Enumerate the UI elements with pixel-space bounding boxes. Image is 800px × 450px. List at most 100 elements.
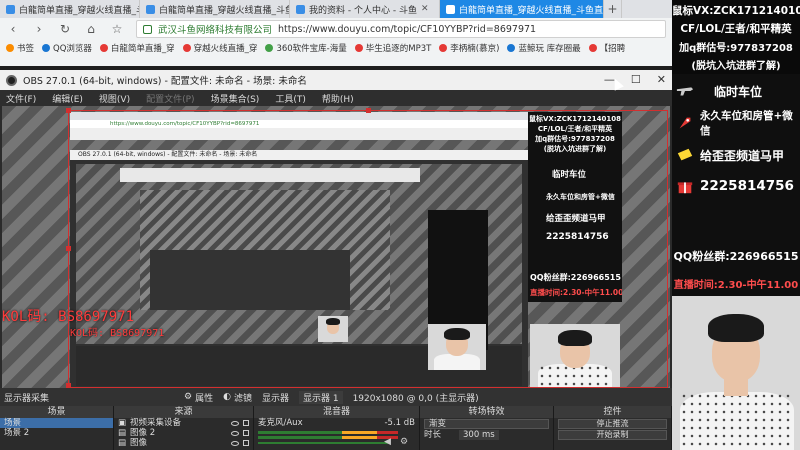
filters-button[interactable]: ◐ 滤镜 [223, 391, 252, 404]
speaker-icon[interactable]: ◀ [384, 437, 391, 447]
volume-slider[interactable] [258, 442, 388, 444]
browser-tab[interactable]: 白龍简单直播_穿越火线直播_斗鱼直✕ [140, 0, 290, 18]
display-select[interactable]: 显示器 1 [298, 390, 343, 404]
bookmark-item[interactable]: 书签 [6, 42, 34, 54]
overlay-line-1: 鼠标VX:ZCK1712140108 [672, 5, 800, 17]
browser-tab[interactable]: 我的资料 - 个人中心 - 斗鱼 ✕ [290, 0, 440, 18]
source-item[interactable]: ▣ 视频采集设备 [114, 418, 253, 428]
filter-icon: ◐ [223, 392, 231, 402]
image-icon: ▤ [118, 438, 127, 448]
image-icon: ▤ [118, 428, 127, 438]
douyu-icon [296, 4, 305, 14]
transition-select[interactable]: 渐变 [424, 419, 549, 429]
scene-item[interactable]: 场景 [0, 418, 113, 428]
bookmark-icon [439, 44, 448, 52]
controls-title: 控件 [554, 406, 671, 418]
obs-title-bar: OBS 27.0.1 (64-bit, windows) - 配置文件: 未命名… [0, 70, 672, 90]
star-icon[interactable]: ☆ [110, 22, 124, 36]
refresh-icon[interactable]: ↻ [58, 22, 72, 36]
mixer-dock: 混音器 麦克风/Aux -5.1 dB ◀ ⚙ [254, 406, 420, 450]
bookmark-item[interactable]: 【招聘 [588, 42, 625, 54]
obs-docks: 显示器采集 ⚙ 属性 ◐ 滤镜 显示器 显示器 1 1920x1080 @ 0,0 … [0, 388, 672, 450]
gift-icon [677, 182, 693, 194]
selection-border[interactable] [68, 110, 668, 388]
bookmark-icon [354, 44, 363, 52]
bookmark-item[interactable]: 蓝鲸玩 库存圈最 [507, 42, 581, 54]
bookmark-item[interactable]: 360软件宝库-海量 [265, 42, 347, 54]
bookmark-item[interactable]: QQ浏览器 [42, 42, 92, 54]
douyu-icon [146, 4, 155, 14]
bookmark-icon [99, 44, 108, 52]
bookmark-item[interactable]: 白龍简单直播_穿 [99, 42, 175, 54]
menu-profile[interactable]: 配置文件(P) [146, 92, 194, 105]
douyu-icon [446, 4, 455, 14]
resize-handle[interactable] [66, 108, 71, 113]
forward-icon[interactable]: › [32, 22, 46, 36]
scene-item[interactable]: 场景 2 [0, 428, 113, 438]
address-bar-row: ‹ › ↻ ⌂ ☆ 武汉斗鱼网络科技有限公司 https://www.douyu… [0, 18, 672, 40]
maximize-icon[interactable]: ☐ [631, 73, 641, 86]
rocket-icon [679, 117, 691, 129]
url-text: https://www.douyu.com/topic/CF10YYBP?rid… [278, 23, 537, 35]
person-hair [708, 314, 764, 342]
menu-file[interactable]: 文件(F) [6, 92, 36, 105]
back-icon[interactable]: ‹ [6, 22, 20, 36]
eye-icon[interactable] [231, 440, 239, 446]
lock-icon[interactable] [243, 440, 249, 446]
person-shirt-pattern [680, 392, 794, 450]
person-neck [724, 376, 748, 396]
bookmark-item[interactable]: 毕生追逐的MP3T [354, 42, 431, 54]
resize-handle[interactable] [366, 108, 371, 113]
home-icon[interactable]: ⌂ [84, 22, 98, 36]
source-item[interactable]: ▤ 图像 [114, 438, 253, 448]
url-input[interactable]: 武汉斗鱼网络科技有限公司 https://www.douyu.com/topic… [136, 20, 666, 38]
duration-row: 时长 300 ms [420, 430, 553, 440]
bookmark-icon [588, 44, 597, 52]
obs-logo-icon [6, 74, 17, 86]
resize-handle[interactable] [66, 246, 71, 251]
bookmarks-bar: 书签 QQ浏览器 白龍简单直播_穿 穿越火线直播_穿 360软件宝库-海量 毕生追逐的MP… [0, 40, 672, 56]
overlay-item-yy-vest: 给歪歪频道马甲 [672, 144, 800, 166]
bookmark-icon [265, 44, 274, 52]
menu-edit[interactable]: 编辑(E) [52, 92, 83, 105]
bookmark-icon [42, 44, 51, 52]
overlay-item-qq: 2225814756 [672, 174, 800, 198]
obs-menu-bar: 文件(F) 编辑(E) 视图(V) 配置文件(P) 场景集合(S) 工具(T) … [0, 90, 672, 106]
browser-tab-active[interactable]: 白龍简单直播_穿越火线直播_斗鱼直✕ [440, 0, 604, 18]
menu-view[interactable]: 视图(V) [99, 92, 130, 105]
bookmark-icon [6, 44, 14, 52]
properties-button[interactable]: ⚙ 属性 [184, 391, 213, 404]
obs-preview[interactable]: https://www.douyu.com/topic/CF10YYBP?rid… [2, 106, 670, 388]
bookmark-item[interactable]: 李柄楠(慕京) [439, 42, 499, 54]
stop-stream-button[interactable]: 停止推流 [558, 419, 667, 429]
close-icon[interactable]: ✕ [657, 73, 666, 86]
menu-scene-collection[interactable]: 场景集合(S) [211, 92, 260, 105]
stream-overlay-panel: 鼠标VX:ZCK1712140108 CF/LOL/王者/和平精英 加q群估号:… [672, 0, 800, 450]
close-icon[interactable]: ✕ [421, 4, 429, 14]
start-recording-button[interactable]: 开始录制 [558, 430, 667, 440]
eye-icon[interactable] [231, 430, 239, 436]
lock-icon[interactable] [243, 430, 249, 436]
eye-icon[interactable] [231, 420, 239, 426]
gear-icon: ⚙ [184, 392, 193, 402]
gear-icon[interactable]: ⚙ [400, 437, 408, 447]
lock-icon [143, 24, 152, 34]
duration-input[interactable]: 300 ms [459, 430, 499, 440]
source-item[interactable]: ▤ 图像 2 [114, 428, 253, 438]
menu-tools[interactable]: 工具(T) [275, 92, 306, 105]
ticket-icon [677, 148, 693, 161]
display-resolution: 1920x1080 @ 0,0 (主显示器) [352, 393, 479, 404]
volume-meter [258, 431, 398, 434]
new-tab-button[interactable]: + [604, 0, 622, 18]
overlay-live-time: 直播时间:2.30-中午11.00 [673, 280, 799, 291]
menu-help[interactable]: 帮助(H) [322, 92, 354, 105]
overlay-item-permanent-seat: 永久车位和房管+微信 [672, 110, 800, 137]
webcam-feed [672, 296, 800, 450]
bookmark-item[interactable]: 穿越火线直播_穿 [182, 42, 257, 54]
browser-tab[interactable]: 白龍简单直播_穿越火线直播_斗鱼直✕ [0, 0, 140, 18]
lock-icon[interactable] [243, 420, 249, 426]
mixer-db: -5.1 dB [384, 418, 415, 428]
volume-meter [258, 436, 398, 439]
sources-dock: 来源 ▣ 视频采集设备 ▤ 图像 2 ▤ 图像 [114, 406, 254, 450]
display-label: 显示器 [261, 393, 289, 404]
